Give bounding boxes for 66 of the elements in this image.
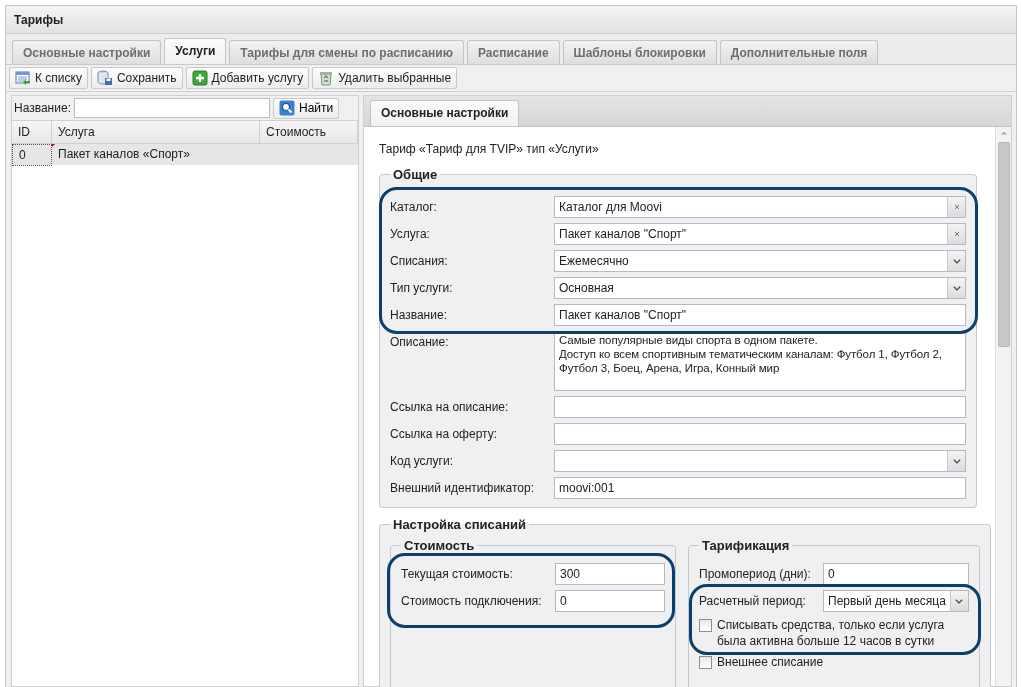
toolbar-button[interactable]: К списку: [9, 67, 88, 89]
field-label: Списания:: [390, 253, 449, 268]
dropdown-field[interactable]: Первый день месяца: [823, 590, 969, 612]
field-label: Услуга:: [390, 226, 431, 241]
checkbox-label: Списывать средства, только если услуга была активна больше 12 часов в сутки: [717, 617, 946, 649]
window-title: Тарифы: [6, 6, 1016, 34]
toolbar-button[interactable]: Сохранить: [90, 67, 183, 89]
clear-icon: [952, 203, 961, 211]
table-cell: Пакет каналов «Спорт»: [52, 144, 260, 166]
search-field[interactable]: [73, 98, 270, 118]
plus-icon: [191, 70, 208, 86]
table-row[interactable]: 0 Пакет каналов «Спорт»: [12, 144, 358, 165]
recycle-bin-icon: [318, 70, 335, 86]
toolbar-button[interactable]: Добавить услугу: [185, 67, 310, 89]
column-header[interactable]: Стоимость: [260, 121, 358, 143]
checkbox[interactable]: [699, 656, 712, 669]
checkbox[interactable]: [699, 619, 712, 632]
search-label: Название:: [14, 101, 71, 115]
description-field[interactable]: Самые популярные виды спорта в одном пакете. Доступ ко всем спортивным тематическим каналам: Футбол 1, Футбол 2, Футбол 3, Боец, Арена, Игра, Конный мир: [554, 331, 966, 391]
input-field[interactable]: 300: [555, 563, 665, 585]
input-field[interactable]: Пакет каналов "Спорт": [554, 223, 966, 245]
field-label: Название:: [390, 307, 448, 322]
toolbar-button[interactable]: Удалить выбранные: [312, 67, 458, 89]
field-label: Внешний идентификатор:: [390, 480, 536, 495]
field-label: Ссылка на оферту:: [390, 426, 499, 441]
database-save-icon: [96, 70, 113, 86]
tab[interactable]: Расписание: [467, 40, 560, 64]
clear-icon: [952, 230, 961, 238]
table-cell: 0: [12, 144, 52, 166]
input-field[interactable]: [554, 396, 966, 418]
tab[interactable]: Основные настройки: [12, 40, 162, 64]
field-label: Текущая стоимость:: [401, 566, 514, 581]
field-label: Расчетный период:: [699, 593, 807, 608]
scrollbar[interactable]: [995, 127, 1011, 686]
group-title: Стоимость: [403, 538, 476, 553]
tab[interactable]: Дополнительные поля: [719, 40, 879, 64]
input-field[interactable]: [554, 423, 966, 445]
input-field[interactable]: 0: [555, 590, 665, 612]
dropdown-field[interactable]: Основная: [554, 277, 966, 299]
column-header[interactable]: Услуга: [52, 121, 260, 143]
dropdown-field[interactable]: [554, 450, 966, 472]
tab[interactable]: Основные настройки: [370, 100, 520, 126]
group-title: Общие: [392, 167, 439, 182]
input-field[interactable]: moovi:001: [554, 477, 966, 499]
field-label: Промопериод (дни):: [699, 566, 812, 581]
tab[interactable]: Тарифы для смены по расписанию: [229, 40, 464, 64]
tab[interactable]: Услуги: [164, 38, 227, 64]
tab[interactable]: Шаблоны блокировки: [562, 40, 717, 64]
field-label: Каталог:: [390, 199, 438, 214]
input-field[interactable]: Каталог для Moovi: [554, 196, 966, 218]
tariff-caption: Тариф «Тариф для TVIP» тип «Услуги»: [379, 142, 600, 156]
checkbox-label: Внешнее списание: [717, 654, 825, 670]
field-label: Ссылка на описание:: [390, 399, 510, 414]
group-title: Настройка списаний: [392, 517, 527, 532]
field-label: Код услуги:: [390, 453, 455, 468]
dropdown-field[interactable]: Ежемесячно: [554, 250, 966, 272]
input-field[interactable]: 0: [823, 563, 969, 585]
field-label: Стоимость подключения:: [401, 593, 543, 608]
search-icon: [278, 100, 295, 116]
field-label: Описание:: [390, 334, 450, 349]
field-label: Тип услуги:: [390, 280, 454, 295]
list-icon: [15, 70, 31, 86]
find-button[interactable]: Найти: [272, 97, 340, 119]
group-title: Тарификация: [701, 538, 791, 553]
column-header[interactable]: ID: [12, 121, 52, 143]
input-field[interactable]: Пакет каналов "Спорт": [554, 304, 966, 326]
